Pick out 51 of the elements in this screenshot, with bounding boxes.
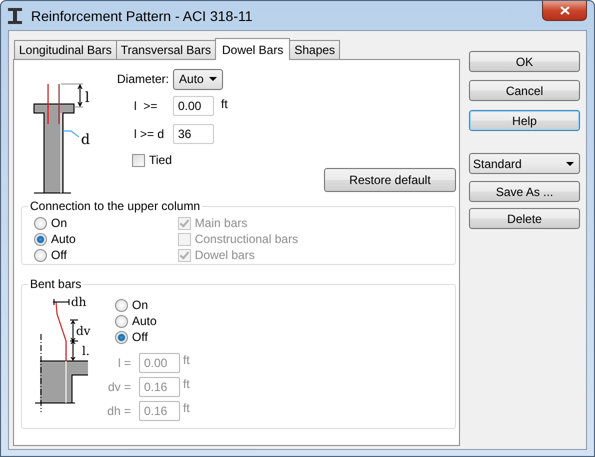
restore-default-button[interactable]: Restore default	[324, 168, 456, 192]
field-label: l >= d	[133, 127, 166, 141]
window-title: Reinforcement Pattern - ACI 318-11	[31, 8, 253, 24]
unit-label: ft	[183, 353, 190, 367]
unit-label: ft	[183, 377, 190, 391]
checkbox-label: Main bars	[194, 216, 248, 230]
radio-button[interactable]	[115, 330, 128, 344]
caret-icon	[209, 77, 218, 81]
radio-label: On	[132, 298, 148, 312]
field-label: l =	[116, 356, 132, 370]
radio-button[interactable]	[34, 216, 47, 230]
diameter-dropdown[interactable]: Auto	[173, 68, 224, 90]
field-label: Diameter:	[117, 72, 170, 86]
close-button[interactable]	[542, 1, 587, 21]
preset-dropdown[interactable]: Standard	[469, 153, 580, 174]
radio-label: Off	[132, 330, 148, 344]
unit-label: ft	[221, 97, 228, 111]
dowel-diagram-drawing: l d	[21, 71, 111, 196]
caret-icon	[566, 162, 574, 166]
bent-bar-diagram-drawing: dh dv l.	[30, 294, 95, 414]
radio-button[interactable]	[34, 248, 47, 262]
radio-button[interactable]	[115, 298, 128, 312]
dialog-button[interactable]: Save As ...	[469, 181, 580, 202]
group-title: Connection to the upper column	[29, 199, 202, 213]
checkbox[interactable]	[132, 154, 145, 166]
close-icon	[560, 6, 570, 15]
field-label: l >=	[133, 99, 158, 113]
tab[interactable]: Transversal Bars	[116, 40, 216, 59]
tab[interactable]: Shapes	[289, 40, 340, 59]
input-field[interactable]: 0.00	[173, 96, 214, 116]
i-beam-icon	[7, 6, 23, 24]
tab[interactable]: Dowel Bars	[214, 38, 290, 60]
unit-label: ft	[183, 401, 190, 415]
radio-label: On	[51, 216, 68, 230]
group-title: Bent bars	[29, 277, 82, 291]
tab[interactable]: Longitudinal Bars	[14, 40, 117, 59]
checkbox-label: Dowel bars	[194, 248, 255, 262]
radio-label: Auto	[132, 314, 157, 328]
radio-button[interactable]	[34, 232, 47, 246]
radio-label: Off	[51, 248, 67, 262]
field-label: dh =	[106, 404, 132, 418]
checkbox-label: Constructional bars	[194, 232, 298, 246]
radio-button[interactable]	[115, 314, 128, 328]
dialog-button[interactable]: Cancel	[469, 80, 580, 101]
input-field[interactable]: 36	[173, 124, 214, 144]
dialog-button[interactable]: Delete	[469, 208, 580, 229]
checkbox-label: Tied	[149, 153, 172, 167]
dialog-button[interactable]: OK	[469, 51, 580, 72]
dialog-button[interactable]: Help	[469, 110, 580, 131]
field-label: dv =	[106, 380, 132, 394]
radio-label: Auto	[51, 232, 76, 246]
